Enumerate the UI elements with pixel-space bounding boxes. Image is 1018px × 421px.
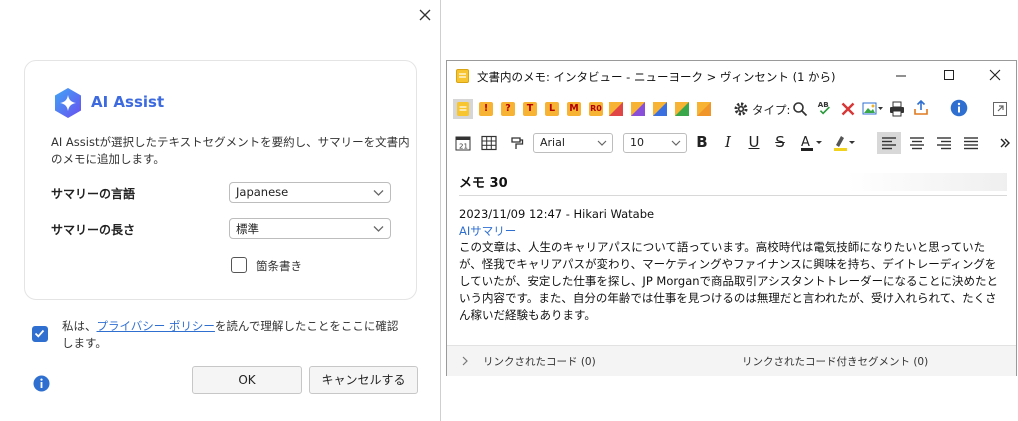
align-right-icon[interactable] — [932, 132, 956, 154]
window-title: 文書内のメモ: インタビュー - ニューヨーク > ヴィンセント (1 から) — [477, 70, 836, 84]
ok-button[interactable]: OK — [192, 366, 302, 394]
underline-button[interactable]: U — [747, 133, 761, 151]
popout-icon[interactable] — [992, 101, 1008, 117]
memo-ai-summary-label: AIサマリー — [459, 224, 517, 238]
memo-footer: リンクされたコード (0) リンクされたコード付きセグメント (0) — [447, 345, 1016, 376]
font-family-value: Arial — [540, 136, 565, 149]
highlight-color-icon[interactable] — [833, 134, 859, 152]
summary-language-value: Japanese — [236, 185, 289, 199]
chevron-down-icon — [671, 140, 681, 146]
memo-type-l[interactable]: L — [545, 102, 559, 116]
type-label: タイプ: — [752, 103, 791, 117]
insert-image-icon[interactable] — [862, 101, 884, 117]
chevron-down-icon — [597, 140, 607, 146]
memo-meta: 2023/11/09 12:47 - Hikari Watabe — [459, 207, 655, 221]
bold-button[interactable]: B — [695, 133, 709, 151]
memo-style-selected[interactable] — [453, 99, 473, 119]
bullets-checkbox[interactable] — [231, 257, 247, 273]
export-icon[interactable] — [913, 100, 929, 116]
svg-text:A: A — [801, 135, 810, 150]
table-icon[interactable] — [481, 135, 497, 151]
memo-color-red-icon[interactable] — [608, 101, 624, 117]
chevron-right-icon[interactable] — [461, 356, 469, 366]
memo-type-t[interactable]: T — [523, 102, 537, 116]
svg-text:AB: AB — [818, 100, 829, 109]
chevron-down-icon — [373, 226, 384, 232]
summary-length-select[interactable]: 標準 — [229, 218, 391, 239]
memo-divider — [459, 195, 1007, 196]
info-icon[interactable] — [950, 99, 968, 117]
memo-note-icon — [457, 102, 469, 116]
memo-type-m[interactable]: M — [567, 102, 581, 116]
memo-color-purple-icon[interactable] — [630, 101, 646, 117]
italic-button[interactable]: I — [721, 133, 735, 151]
linked-codes-label[interactable]: リンクされたコード (0) — [483, 354, 596, 369]
delete-icon[interactable] — [840, 101, 856, 117]
align-left-button[interactable] — [877, 132, 901, 154]
checkmark-icon — [34, 329, 45, 338]
summary-length-value: 標準 — [236, 222, 259, 236]
memo-type-r0[interactable]: R0 — [589, 102, 603, 116]
memo-color-orange-icon[interactable] — [696, 101, 712, 117]
dialog-description: AI Assistが選択したテキストセグメントを要約し、サマリーを文書内のメモに… — [51, 135, 410, 166]
calendar-icon[interactable]: 21 — [455, 135, 471, 151]
gear-icon[interactable] — [733, 101, 749, 117]
memo-color-green-icon[interactable] — [674, 101, 690, 117]
dialog-title: AI Assist — [91, 93, 165, 111]
memo-color-blue-icon[interactable] — [652, 101, 668, 117]
print-icon[interactable] — [889, 101, 905, 117]
summary-language-select[interactable]: Japanese — [229, 182, 391, 203]
document-memo-window: 文書内のメモ: インタビュー - ニューヨーク > ヴィンセント (1 から) … — [446, 60, 1017, 376]
maximize-icon[interactable] — [935, 65, 963, 85]
minimize-icon[interactable] — [887, 65, 915, 85]
font-size-value: 10 — [630, 136, 644, 149]
consent-checkbox[interactable] — [32, 326, 48, 342]
consent-prefix: 私は、 — [62, 319, 97, 333]
linked-segments-label[interactable]: リンクされたコード付きセグメント (0) — [742, 354, 928, 369]
align-center-icon[interactable] — [905, 132, 929, 154]
font-size-select[interactable]: 10 — [623, 133, 687, 153]
align-left-icon — [882, 137, 896, 150]
spellcheck-icon[interactable]: AB — [816, 100, 832, 116]
font-family-select[interactable]: Arial — [533, 133, 613, 153]
bullets-label: 箇条書き — [256, 259, 302, 273]
strikethrough-button[interactable]: S — [773, 133, 787, 151]
consent-text: 私は、プライバシー ポリシーを読んで理解したことをここに確認します。 — [62, 318, 407, 352]
svg-text:21: 21 — [459, 143, 468, 151]
ai-assist-logo-icon — [55, 88, 81, 118]
format-painter-icon[interactable] — [509, 135, 525, 151]
info-icon[interactable] — [33, 375, 50, 392]
memo-type-exclamation[interactable]: ! — [479, 102, 493, 116]
memo-heading-field[interactable] — [847, 173, 1007, 191]
memo-heading: メモ 30 — [459, 176, 508, 191]
chevron-down-icon — [373, 190, 384, 196]
summary-language-label: サマリーの言語 — [51, 187, 136, 201]
memo-note-icon — [456, 69, 469, 83]
search-icon[interactable] — [792, 101, 808, 117]
close-icon[interactable] — [414, 6, 436, 26]
cancel-button[interactable]: キャンセルする — [309, 366, 418, 394]
close-icon[interactable] — [981, 65, 1009, 85]
privacy-policy-link[interactable]: プライバシー ポリシー — [97, 319, 215, 333]
summary-length-label: サマリーの長さ — [51, 223, 136, 237]
ai-assist-dialog: AI Assist AI Assistが選択したテキストセグメントを要約し、サマ… — [0, 0, 441, 421]
memo-type-question[interactable]: ? — [501, 102, 515, 116]
overflow-chevron-icon[interactable] — [999, 137, 1011, 149]
font-color-icon[interactable]: A — [800, 134, 826, 152]
align-justify-icon[interactable] — [959, 132, 983, 154]
memo-body-text[interactable]: この文章は、人生のキャリアパスについて語っています。高校時代は電気技師になりたい… — [459, 239, 1007, 324]
